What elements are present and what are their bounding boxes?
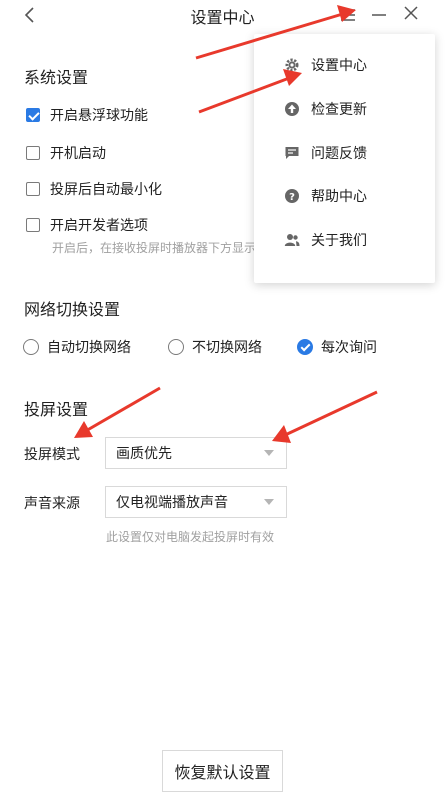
dropdown-arrow-icon bbox=[264, 450, 274, 456]
menu-item-label: 帮助中心 bbox=[311, 189, 367, 205]
option-developer[interactable]: 开启开发者选项 bbox=[26, 215, 148, 235]
cast-mode-select[interactable]: 画质优先 bbox=[105, 437, 287, 469]
users-icon bbox=[284, 232, 300, 248]
developer-hint: 开启后，在接收投屏时播放器下方显示 bbox=[52, 241, 254, 255]
menu-item-settings[interactable]: 设置中心 bbox=[254, 50, 435, 80]
close-icon bbox=[404, 6, 418, 20]
audio-source-hint: 此设置仅对电脑发起投屏时有效 bbox=[106, 530, 275, 544]
option-auto-minimize[interactable]: 投屏后自动最小化 bbox=[26, 179, 162, 199]
menu-item-about[interactable]: 关于我们 bbox=[254, 225, 435, 255]
title-bar: 设置中心 bbox=[0, 0, 445, 30]
menu-item-label: 设置中心 bbox=[311, 58, 367, 74]
checkbox[interactable] bbox=[26, 146, 40, 160]
gear-icon bbox=[284, 57, 300, 73]
radio-button[interactable] bbox=[297, 339, 313, 355]
menu-item-check-update[interactable]: 检查更新 bbox=[254, 94, 435, 124]
minimize-icon bbox=[372, 14, 386, 16]
reset-defaults-button[interactable]: 恢复默认设置 bbox=[162, 750, 283, 792]
menu-item-label: 关于我们 bbox=[311, 233, 367, 249]
audio-source-label: 声音来源 bbox=[24, 496, 80, 512]
checkbox[interactable] bbox=[26, 182, 40, 196]
audio-source-value: 仅电视端播放声音 bbox=[116, 495, 228, 511]
menu-item-label: 问题反馈 bbox=[311, 146, 367, 162]
question-circle-icon: ? bbox=[284, 188, 300, 204]
radio-button[interactable] bbox=[23, 339, 39, 355]
minimize-button[interactable] bbox=[371, 7, 387, 21]
overflow-menu: 设置中心 检查更新 问题反馈 ? 帮助中心 关于我们 bbox=[254, 34, 435, 283]
checkbox[interactable] bbox=[26, 218, 40, 232]
radio-label: 自动切换网络 bbox=[47, 340, 131, 356]
radio-auto-switch[interactable]: 自动切换网络 bbox=[23, 337, 131, 357]
option-floating-ball[interactable]: 开启悬浮球功能 bbox=[26, 105, 148, 125]
dropdown-arrow-icon bbox=[264, 499, 274, 505]
audio-source-select[interactable]: 仅电视端播放声音 bbox=[105, 486, 287, 518]
arrow-up-circle-icon bbox=[284, 101, 300, 117]
radio-no-switch[interactable]: 不切换网络 bbox=[168, 337, 262, 357]
checkbox[interactable] bbox=[26, 108, 40, 122]
menu-item-help[interactable]: ? 帮助中心 bbox=[254, 181, 435, 211]
radio-label: 不切换网络 bbox=[192, 340, 262, 356]
cast-mode-label: 投屏模式 bbox=[24, 447, 80, 463]
network-settings-title: 网络切换设置 bbox=[24, 300, 121, 319]
hamburger-icon bbox=[341, 9, 355, 21]
system-settings-title: 系统设置 bbox=[24, 68, 89, 87]
option-label: 开启开发者选项 bbox=[50, 218, 148, 234]
svg-text:?: ? bbox=[289, 192, 295, 203]
radio-button[interactable] bbox=[168, 339, 184, 355]
chat-icon bbox=[284, 145, 300, 161]
close-button[interactable] bbox=[403, 5, 419, 21]
option-auto-start[interactable]: 开机启动 bbox=[26, 143, 106, 163]
menu-item-label: 检查更新 bbox=[311, 102, 367, 118]
option-label: 投屏后自动最小化 bbox=[50, 182, 162, 198]
option-label: 开机启动 bbox=[50, 146, 106, 162]
radio-label: 每次询问 bbox=[321, 340, 377, 356]
cast-mode-value: 画质优先 bbox=[116, 446, 172, 462]
annotation-arrow bbox=[272, 390, 378, 443]
radio-ask-each-time[interactable]: 每次询问 bbox=[297, 337, 377, 357]
menu-button[interactable] bbox=[340, 7, 356, 21]
menu-item-feedback[interactable]: 问题反馈 bbox=[254, 138, 435, 168]
cast-settings-title: 投屏设置 bbox=[24, 400, 89, 419]
option-label: 开启悬浮球功能 bbox=[50, 108, 148, 124]
